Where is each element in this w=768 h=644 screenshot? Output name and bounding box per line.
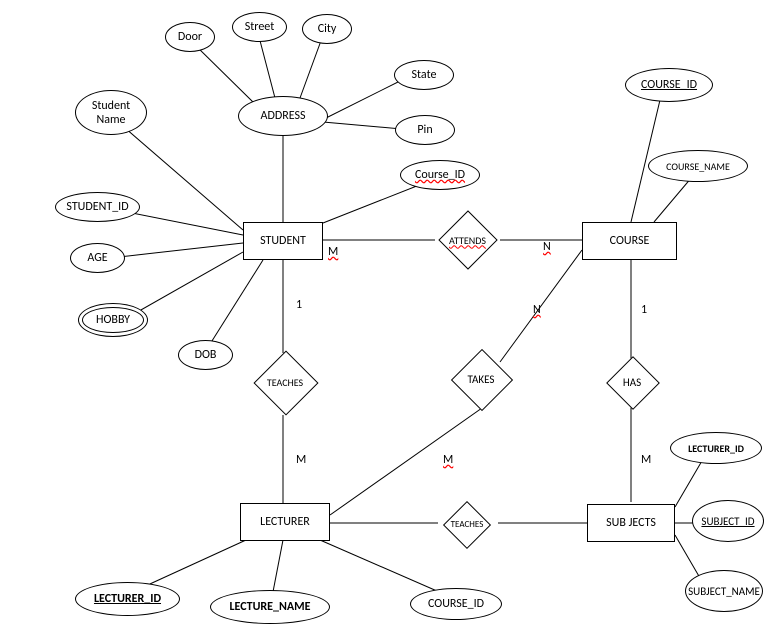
label-lecturer-id: LECTURER_ID (94, 592, 161, 606)
attr-age: AGE (70, 243, 125, 273)
attr-door: Door (165, 22, 215, 52)
entity-student: STUDENT (243, 222, 323, 260)
attr-street: Street (232, 12, 287, 42)
label-takes: TAKES (468, 373, 495, 386)
label-course-fk: Course_ID (415, 168, 465, 182)
attr-course-id: COURSE_ID (625, 68, 713, 102)
card-n-takes: N (533, 303, 541, 317)
label-student: STUDENT (260, 234, 306, 248)
rel-teaches-1: TEACHES (250, 352, 320, 412)
entity-course: COURSE (582, 222, 677, 260)
card-n-attends: N (543, 240, 551, 254)
label-teaches-1: TEACHES (267, 376, 303, 389)
label-course: COURSE (610, 234, 650, 248)
attr-lecturer-id-top: LECTURER_ID (670, 432, 762, 464)
attr-pin: Pin (395, 115, 455, 145)
attr-course-fk: Course_ID (400, 160, 480, 190)
entity-lecturer: LECTURER (240, 503, 330, 541)
label-pin: Pin (417, 123, 432, 137)
label-age: AGE (87, 251, 107, 265)
label-street: Street (245, 20, 274, 34)
er-diagram: ADDRESS Door Street City State Pin Stude… (0, 0, 768, 644)
label-subject-id: SUBJECT_ID (701, 515, 754, 528)
label-door: Door (178, 30, 202, 44)
rel-attends: ATTENDS (435, 220, 500, 260)
attr-lecturer-course-id: COURSE_ID (410, 588, 502, 620)
label-has: HAS (623, 376, 641, 389)
attr-hobby: HOBBY (78, 303, 148, 337)
card-1-has: 1 (641, 303, 647, 317)
label-subject-name: SUBJECT_NAME (688, 585, 760, 598)
attr-city: City (302, 14, 352, 44)
card-m-takes: M (443, 453, 453, 467)
label-student-name: Student Name (78, 99, 144, 127)
entity-subjects: SUB JECTS (587, 504, 675, 542)
label-hobby: HOBBY (96, 313, 130, 327)
label-state: State (412, 68, 437, 82)
label-city: City (318, 22, 337, 36)
attr-student-name: Student Name (75, 90, 147, 135)
label-lecturer-course-id: COURSE_ID (428, 597, 484, 611)
card-m-attends: M (328, 245, 338, 259)
label-address: ADDRESS (261, 109, 306, 123)
rel-has: HAS (604, 358, 660, 406)
attr-subject-id: SUBJECT_ID (692, 500, 764, 542)
attr-state: State (394, 60, 454, 90)
attr-student-id: STUDENT_ID (55, 192, 140, 222)
label-dob: DOB (195, 348, 217, 362)
label-student-id: STUDENT_ID (66, 200, 128, 214)
label-attends: ATTENDS (449, 234, 486, 247)
label-course-id: COURSE_ID (641, 78, 697, 92)
label-lecturer: LECTURER (260, 515, 310, 529)
label-subjects: SUB JECTS (606, 516, 656, 530)
attr-address: ADDRESS (238, 96, 328, 136)
attr-lecture-name: LECTURE_NAME (210, 590, 330, 624)
label-course-name: COURSE_NAME (666, 160, 730, 173)
rel-teaches-2: TEACHES (436, 505, 498, 543)
card-1-teaches: 1 (296, 298, 302, 312)
rel-takes: TAKES (450, 352, 512, 407)
label-lecturer-id-top: LECTURER_ID (688, 442, 744, 455)
attr-subject-name: SUBJECT_NAME (685, 570, 763, 612)
label-lecture-name: LECTURE_NAME (229, 600, 310, 614)
attr-lecturer-id: LECTURER_ID (75, 582, 180, 616)
label-teaches-2: TEACHES (451, 519, 484, 530)
attr-dob: DOB (178, 340, 233, 370)
card-m-has: M (641, 453, 651, 467)
card-m-teaches: M (296, 453, 306, 467)
attr-course-name: COURSE_NAME (648, 150, 748, 182)
